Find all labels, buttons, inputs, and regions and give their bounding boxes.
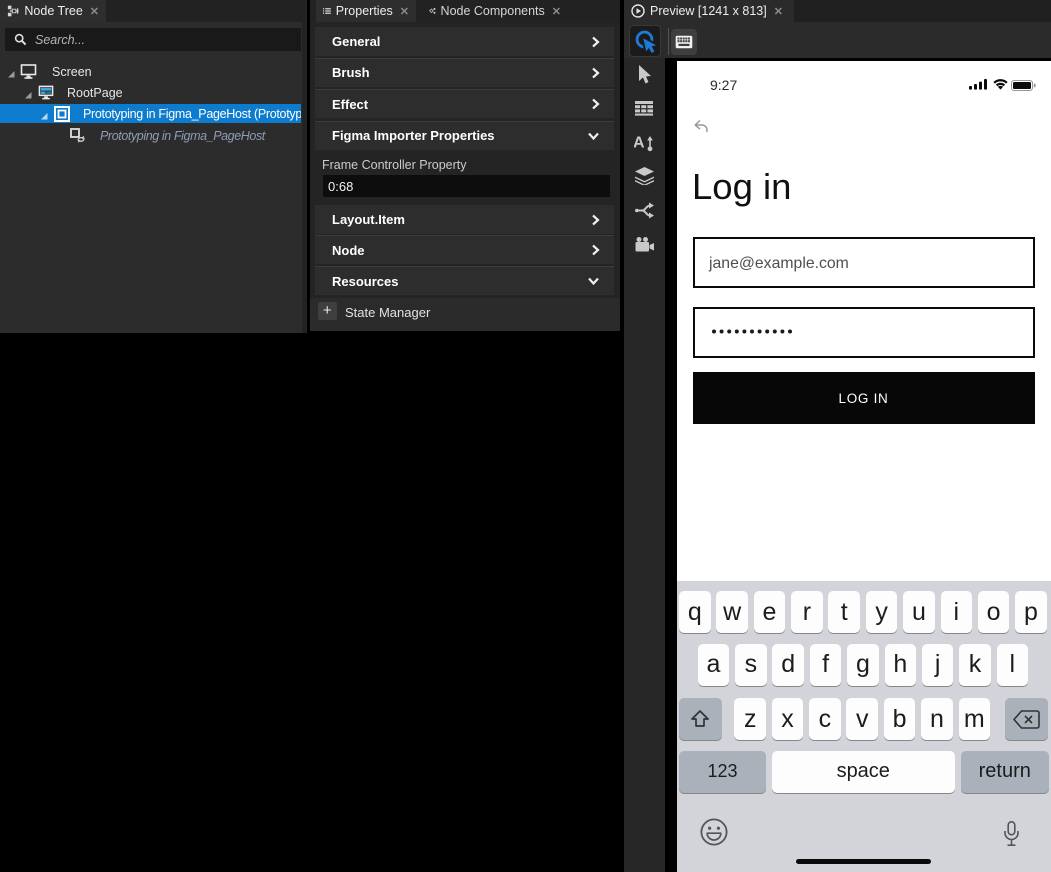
svg-text:A: A <box>634 135 645 152</box>
